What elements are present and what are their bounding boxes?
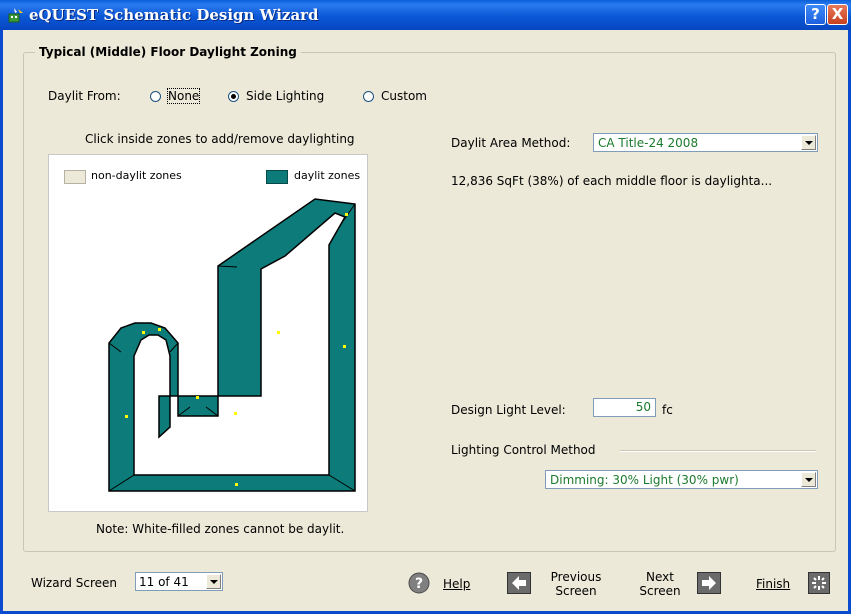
lighting-control-select[interactable]: Dimming: 30% Light (30% pwr) bbox=[545, 470, 818, 489]
wizard-screen-value: 11 of 41 bbox=[139, 575, 189, 589]
wizard-screen-label: Wizard Screen bbox=[31, 576, 117, 590]
radio-side-lighting-label[interactable]: Side Lighting bbox=[246, 89, 324, 103]
chevron-down-icon[interactable] bbox=[206, 574, 221, 589]
title-bar: eQUEST Schematic Design Wizard ? X bbox=[0, 0, 851, 30]
daylight-zone-diagram[interactable]: non-daylit zones daylit zones bbox=[48, 154, 368, 512]
finish-button[interactable]: Finish bbox=[756, 577, 790, 591]
help-button[interactable]: Help bbox=[443, 577, 470, 591]
daylit-area-method-label: Daylit Area Method: bbox=[451, 136, 571, 150]
panel-title: Typical (Middle) Floor Daylight Zoning bbox=[35, 45, 301, 59]
arrow-left-icon[interactable] bbox=[507, 572, 531, 594]
close-button[interactable]: X bbox=[827, 4, 848, 25]
lighting-control-separator bbox=[620, 450, 816, 452]
help-icon[interactable]: ? bbox=[408, 572, 430, 594]
design-light-level-input[interactable]: 50 bbox=[593, 398, 656, 417]
diagram-instruction: Click inside zones to add/remove dayligh… bbox=[85, 132, 355, 146]
radio-custom-label[interactable]: Custom bbox=[381, 89, 427, 103]
radio-custom[interactable] bbox=[363, 91, 374, 102]
finish-sparkle-icon[interactable] bbox=[808, 572, 830, 594]
window-title: eQUEST Schematic Design Wizard bbox=[29, 6, 319, 24]
next-screen-button[interactable]: Next Screen bbox=[631, 570, 689, 598]
radio-none-label[interactable]: None bbox=[166, 88, 201, 104]
previous-label-line1: Previous bbox=[550, 570, 602, 584]
daylit-from-label: Daylit From: bbox=[48, 89, 121, 103]
previous-label-line2: Screen bbox=[555, 584, 597, 598]
design-light-level-unit: fc bbox=[662, 403, 673, 417]
daylit-area-summary: 12,836 SqFt (38%) of each middle floor i… bbox=[451, 174, 773, 188]
radio-none[interactable] bbox=[150, 91, 161, 102]
next-label-line2: Screen bbox=[639, 584, 681, 598]
help-button-label: Help bbox=[443, 577, 471, 591]
daylit-area-method-select[interactable]: CA Title-24 2008 bbox=[593, 133, 818, 152]
floor-plan[interactable] bbox=[49, 155, 369, 513]
previous-screen-button[interactable]: Previous Screen bbox=[540, 570, 612, 598]
lighting-control-value: Dimming: 30% Light (30% pwr) bbox=[550, 473, 739, 487]
chevron-down-icon[interactable] bbox=[801, 135, 816, 150]
help-title-button[interactable]: ? bbox=[805, 4, 826, 25]
diagram-note: Note: White-filled zones cannot be dayli… bbox=[96, 522, 345, 536]
daylit-area-method-value: CA Title-24 2008 bbox=[598, 136, 699, 150]
app-icon bbox=[8, 8, 23, 23]
design-light-level-label: Design Light Level: bbox=[451, 403, 566, 417]
arrow-right-icon[interactable] bbox=[697, 572, 721, 594]
chevron-down-icon[interactable] bbox=[801, 472, 816, 487]
svg-text:?: ? bbox=[415, 576, 423, 592]
radio-side-lighting[interactable] bbox=[228, 91, 239, 102]
next-label-line1: Next bbox=[646, 570, 674, 584]
daylit-zone-shape[interactable] bbox=[108, 198, 356, 492]
finish-button-label: Finish bbox=[756, 577, 791, 591]
wizard-screen-select[interactable]: 11 of 41 bbox=[135, 572, 223, 591]
lighting-control-label: Lighting Control Method bbox=[451, 443, 596, 457]
